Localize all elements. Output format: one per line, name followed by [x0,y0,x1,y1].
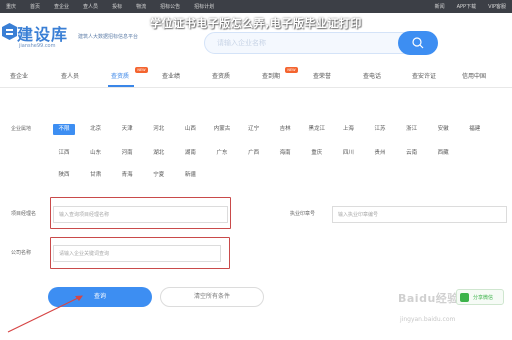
baidu-watermark: Baidu经验 [398,292,459,305]
wechat-icon [460,293,469,302]
share-wechat-label: 分享微信 [473,295,494,301]
annotation-arrow-icon [7,295,83,333]
share-wechat-button[interactable]: 分享微信 [456,289,504,305]
baidu-watermark-url: jingyan.baidu.com [400,316,456,323]
